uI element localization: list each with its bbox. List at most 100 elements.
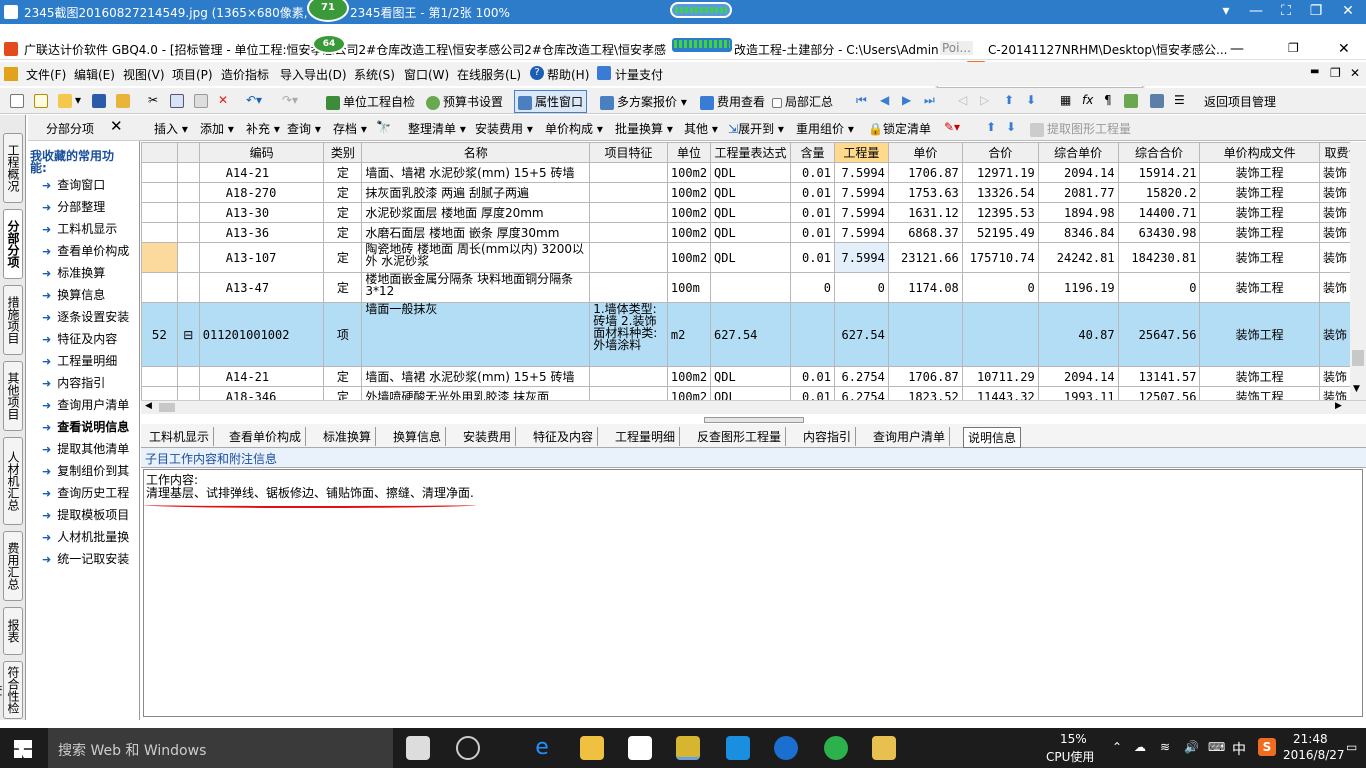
menu-edit[interactable]: 编辑(E) (74, 66, 115, 83)
btab-standard-convert[interactable]: 标准换算 (319, 427, 377, 446)
fn-extract-other-list[interactable]: ➜ 提取其他清单 (42, 440, 138, 457)
expr-cell[interactable]: QDL (710, 222, 792, 243)
qty-cell[interactable]: 6.2754 (833, 366, 889, 387)
cut-icon[interactable]: ✂ (148, 93, 158, 107)
save-icon[interactable] (92, 93, 109, 108)
fn-query-window[interactable]: ➜ 查询窗口 (42, 176, 138, 193)
up-icon[interactable]: ⬆ (986, 120, 996, 134)
tree-toggle-cell[interactable] (176, 366, 200, 387)
type-cell[interactable]: 定 (323, 182, 363, 203)
vtab-project-overview[interactable]: 工程概况 (3, 133, 23, 203)
feature-cell[interactable]: 1.墙体类型:砖墙 2.装饰面材料种类:外墙涂料 (589, 302, 668, 367)
row-number-cell[interactable] (141, 222, 178, 243)
total-cell[interactable]: 10711.29 (961, 366, 1039, 387)
vtab-compliance[interactable]: 符合性检查 (0, 661, 23, 719)
type-cell[interactable]: 定 (323, 162, 363, 183)
first-icon[interactable]: ⏮ (856, 93, 867, 108)
budget-settings-button[interactable]: 预算书设置 (426, 93, 503, 110)
down-icon[interactable]: ⬇ (1006, 120, 1016, 134)
btab-install-fee[interactable]: 安装费用 (459, 427, 517, 446)
comp-file-cell[interactable]: 装饰工程 (1199, 272, 1320, 303)
unit-cell[interactable]: 100m2 (666, 366, 712, 387)
content-cell[interactable]: 0.01 (790, 366, 835, 387)
comp-file-cell[interactable]: 装饰工程 (1199, 302, 1320, 367)
qty-cell[interactable]: 7.5994 (833, 162, 889, 183)
tree-toggle-cell[interactable] (176, 272, 200, 303)
fn-labor-display[interactable]: ➜ 工料机显示 (42, 220, 138, 237)
btab-view-price-comp[interactable]: 查看单价构成 (225, 427, 307, 446)
content-cell[interactable]: 0.01 (790, 202, 835, 223)
menu-measure-pay[interactable]: 计量支付 (615, 66, 663, 83)
sogou-tray-icon[interactable]: S (1258, 738, 1276, 756)
batch-convert-button[interactable]: 批量换算 ▾ (615, 120, 673, 137)
menu-cost-index[interactable]: 造价指标 (221, 66, 269, 83)
code-cell[interactable]: A13-107 (198, 242, 325, 273)
vtab-other-items[interactable]: 其他项目 (3, 361, 23, 431)
move-down-icon[interactable]: ⬇ (1026, 93, 1036, 107)
store-icon[interactable] (628, 736, 652, 760)
qty-cell[interactable]: 7.5994 (833, 242, 889, 273)
vtab-fee-summary[interactable]: 费用汇总 (3, 531, 23, 601)
refresh-app-icon[interactable] (824, 736, 848, 760)
row-number-cell[interactable] (141, 202, 178, 223)
price-cell[interactable]: 1174.08 (887, 272, 963, 303)
unit-price-cell[interactable]: 1894.98 (1037, 202, 1119, 223)
hscroll-right-arrow[interactable]: ▶ (1335, 401, 1342, 411)
row-number-cell[interactable] (141, 162, 178, 183)
price-cell[interactable]: 6868.37 (887, 222, 963, 243)
app-restore-button[interactable]: ❐ (1288, 41, 1299, 55)
menu-window[interactable]: 窗口(W) (404, 66, 449, 83)
move-left-icon[interactable]: ◁ (958, 93, 967, 107)
fn-standard-convert[interactable]: ➜ 标准换算 (42, 264, 138, 281)
mdi-close-button[interactable]: ✕ (1350, 66, 1360, 80)
qty-cell[interactable]: 7.5994 (833, 202, 889, 223)
type-cell[interactable]: 定 (323, 222, 363, 243)
move-up-icon[interactable]: ⬆ (1004, 93, 1014, 107)
archive-button[interactable]: 存档 ▾ (333, 120, 367, 137)
paint-icon[interactable]: ✎▾ (944, 120, 960, 134)
keyboard-tray-icon[interactable]: ⌨ (1208, 740, 1225, 754)
unit-price-cell[interactable]: 8346.84 (1037, 222, 1119, 243)
col-header-type[interactable]: 类别 (323, 142, 363, 163)
expr-cell[interactable]: 627.54 (710, 302, 792, 367)
fn-view-price-comp[interactable]: ➜ 查看单价构成 (42, 242, 138, 259)
comp-file-cell[interactable]: 装饰工程 (1199, 162, 1320, 183)
lock-list-button[interactable]: 🔒锁定清单 (868, 120, 931, 137)
col-header-no[interactable] (141, 142, 178, 163)
app-minimize-button[interactable]: — (1230, 41, 1244, 57)
total-cell[interactable]: 0 (961, 272, 1039, 303)
comp-file-cell[interactable]: 装饰工程 (1199, 242, 1320, 273)
expr-cell[interactable]: QDL (710, 366, 792, 387)
tool-app-icon[interactable] (726, 736, 750, 760)
price-cell[interactable]: 1706.87 (887, 162, 963, 183)
unit-total-cell[interactable]: 184230.81 (1117, 242, 1201, 273)
info-text-area[interactable]: 工作内容: 清理基层、试排弹线、锯板修边、铺贴饰面、擦缝、清理净面. (143, 469, 1363, 717)
row-number-cell[interactable] (141, 272, 178, 303)
menu-view[interactable]: 视图(V) (123, 66, 165, 83)
content-cell[interactable] (790, 302, 835, 367)
expr-cell[interactable]: QDL (710, 162, 792, 183)
code-cell[interactable]: A14-21 (198, 162, 325, 183)
content-cell[interactable]: 0.01 (790, 182, 835, 203)
gbq-app-icon[interactable] (676, 736, 700, 760)
content-cell[interactable]: 0.01 (790, 242, 835, 273)
unit-cell[interactable]: 100m2 (666, 242, 712, 273)
unit-self-check-button[interactable]: 单位工程自检 (326, 93, 415, 110)
row-number-cell[interactable] (141, 182, 178, 203)
folder-icon[interactable] (116, 93, 133, 108)
col-header-feature[interactable]: 项目特征 (589, 142, 668, 163)
fn-feature-content[interactable]: ➜ 特征及内容 (42, 330, 138, 347)
feature-cell[interactable] (589, 162, 668, 183)
comp-file-cell[interactable]: 装饰工程 (1199, 182, 1320, 203)
total-cell[interactable]: 12971.19 (961, 162, 1039, 183)
fn-copy-price[interactable]: ➜ 复制组价到其 (42, 462, 138, 479)
grid-vertical-scrollbar[interactable]: ▼ (1350, 142, 1366, 400)
btab-content-guide[interactable]: 内容指引 (799, 427, 857, 446)
viewer-menu-button[interactable]: ▾ (1210, 0, 1242, 24)
move-right-icon[interactable]: ▷ (980, 93, 989, 107)
unit-price-cell[interactable]: 24242.81 (1037, 242, 1119, 273)
fn-unified-install[interactable]: ➜ 统一记取安装 (42, 550, 138, 567)
query-button[interactable]: 查询 ▾ (287, 120, 321, 137)
unit-price-cell[interactable]: 2081.77 (1037, 182, 1119, 203)
unit-cell[interactable]: 100m2 (666, 182, 712, 203)
